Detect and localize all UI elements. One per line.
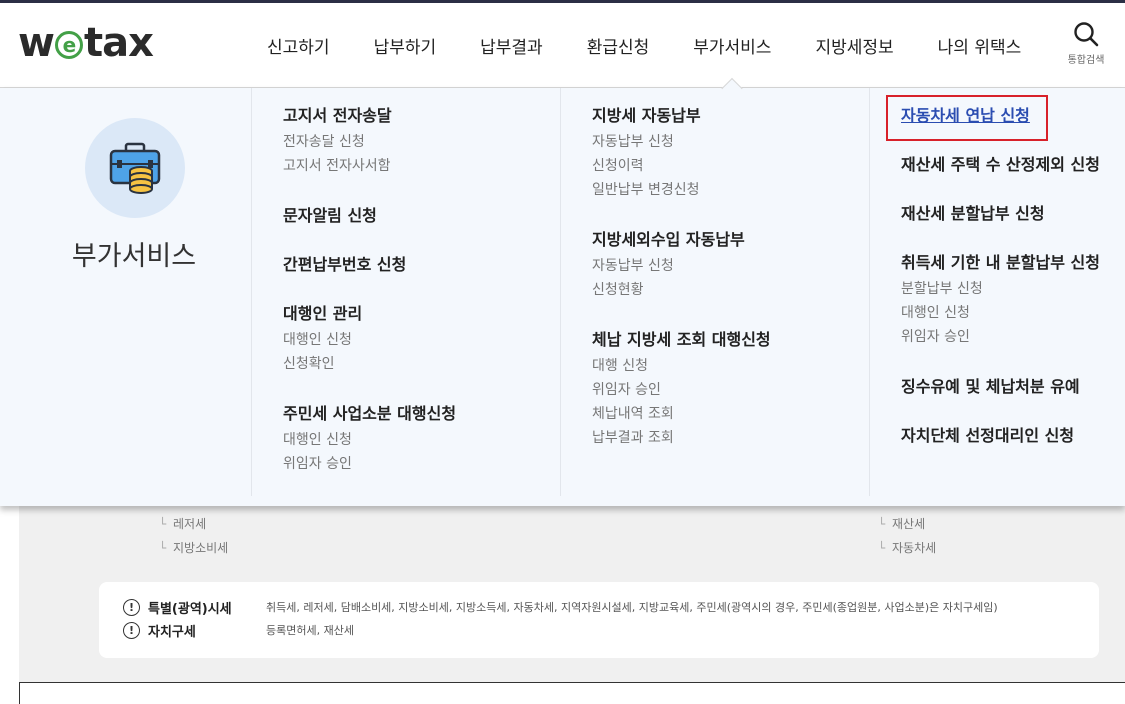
menu-sub-item[interactable]: 위임자 승인 <box>283 452 456 476</box>
menu-group-title[interactable]: 자치단체 선정대리인 신청 <box>901 426 1074 446</box>
menu-group: 주민세 사업소분 대행신청 대행인 신청 위임자 승인 <box>283 404 456 476</box>
search-label: 통합검색 <box>1067 55 1105 66</box>
menu-sub-item[interactable]: 대행인 신청 <box>283 428 456 452</box>
nav-item-pay-result[interactable]: 납부결과 <box>458 3 565 88</box>
menu-group-title[interactable]: 주민세 사업소분 대행신청 <box>283 404 456 424</box>
menu-group: 재산세 분할납부 신청 <box>901 204 1045 224</box>
info-row: ! 특별(광역)시세 취득세, 레저세, 담배소비세, 지방소비세, 지방소득세… <box>123 596 998 618</box>
nav-item-extra-services[interactable]: 부가서비스 <box>671 3 793 88</box>
mega-menu-column-2: 지방세 자동납부 자동납부 신청 신청이력 일반납부 변경신청 지방세외수입 자… <box>560 88 870 496</box>
menu-group: 지방세 자동납부 자동납부 신청 신청이력 일반납부 변경신청 <box>592 106 701 202</box>
menu-group: 지방세외수입 자동납부 자동납부 신청 신청현황 <box>592 230 745 302</box>
nav-item-pay[interactable]: 납부하기 <box>352 3 459 88</box>
menu-group: 취득세 기한 내 분할납부 신청 분할납부 신청 대행인 신청 위임자 승인 <box>901 253 1100 349</box>
menu-sub-item[interactable]: 전자송달 신청 <box>283 130 392 154</box>
menu-group: 재산세 주택 수 산정제외 신청 <box>901 155 1100 175</box>
menu-sub-item[interactable]: 대행인 신청 <box>283 328 362 352</box>
menu-sub-item[interactable]: 신청확인 <box>283 352 362 376</box>
menu-group: 자동차세 연납 신청 <box>901 106 1030 126</box>
nav-item-refund[interactable]: 환급신청 <box>565 3 672 88</box>
menu-group-title[interactable]: 재산세 분할납부 신청 <box>901 204 1045 224</box>
menu-sub-item[interactable]: 고지서 전자사서함 <box>283 154 392 178</box>
tax-tree-right: └ 재산세 └ 자동차세 <box>878 512 936 560</box>
nav-item-my-wetax[interactable]: 나의 위택스 <box>916 3 1044 88</box>
menu-sub-item[interactable]: 신청현황 <box>592 278 745 302</box>
logo-w: w <box>18 20 55 66</box>
menu-sub-item[interactable]: 납부결과 조회 <box>592 426 771 450</box>
tax-tree-left: └ 레저세 └ 지방소비세 <box>159 512 228 560</box>
info-row: ! 자치구세 등록면허세, 재산세 <box>123 619 354 641</box>
mega-menu-column-3: 자동차세 연납 신청 재산세 주택 수 산정제외 신청 재산세 분할납부 신청 … <box>869 88 1125 496</box>
exclamation-icon: ! <box>123 621 140 639</box>
menu-group: 체납 지방세 조회 대행신청 대행 신청 위임자 승인 체납내역 조회 납부결과… <box>592 330 771 450</box>
menu-sub-item[interactable]: 체납내역 조회 <box>592 402 771 426</box>
menu-group: 대행인 관리 대행인 신청 신청확인 <box>283 304 362 376</box>
exclamation-icon: ! <box>123 598 140 616</box>
menu-group: 징수유예 및 체납처분 유예 <box>901 377 1080 397</box>
info-label: 자치구세 <box>148 624 196 640</box>
menu-group-title[interactable]: 지방세 자동납부 <box>592 106 701 126</box>
menu-group-title[interactable]: 징수유예 및 체납처분 유예 <box>901 377 1080 397</box>
menu-group-title[interactable]: 문자알림 신청 <box>283 206 377 226</box>
main-nav: 신고하기 납부하기 납부결과 환급신청 부가서비스 지방세정보 나의 위택스 <box>245 3 1043 88</box>
info-text: 취득세, 레저세, 담배소비세, 지방소비세, 지방소득세, 자동차세, 지역자… <box>266 601 998 614</box>
mega-menu-column-1: 고지서 전자송달 전자송달 신청 고지서 전자사서함 문자알림 신청 간편납부번… <box>251 88 561 496</box>
search-icon <box>1074 22 1099 47</box>
tree-item[interactable]: └ 레저세 <box>159 512 228 536</box>
menu-sub-item[interactable]: 위임자 승인 <box>592 378 771 402</box>
tree-item[interactable]: └ 재산세 <box>878 512 936 536</box>
site-header: w e tax 신고하기 납부하기 납부결과 환급신청 부가서비스 지방세정보 나의… <box>0 3 1125 88</box>
menu-group-title[interactable]: 간편납부번호 신청 <box>283 255 406 275</box>
menu-group-title[interactable]: 취득세 기한 내 분할납부 신청 <box>901 253 1100 273</box>
menu-group: 고지서 전자송달 전자송달 신청 고지서 전자사서함 <box>283 106 392 178</box>
menu-group-title-car-tax-annual[interactable]: 자동차세 연납 신청 <box>901 106 1030 126</box>
menu-group: 문자알림 신청 <box>283 206 377 226</box>
menu-sub-item[interactable]: 분할납부 신청 <box>901 277 1100 301</box>
menu-group-title[interactable]: 고지서 전자송달 <box>283 106 392 126</box>
search-button[interactable]: 통합검색 <box>1063 21 1109 71</box>
menu-sub-item[interactable]: 대행 신청 <box>592 354 771 378</box>
mega-menu-intro: 부가서비스 <box>0 88 252 506</box>
menu-group-title[interactable]: 재산세 주택 수 산정제외 신청 <box>901 155 1100 175</box>
tree-item[interactable]: └ 지방소비세 <box>159 536 228 560</box>
nav-item-local-tax-info[interactable]: 지방세정보 <box>793 3 915 88</box>
wetax-logo[interactable]: w e tax <box>18 20 154 66</box>
menu-sub-item[interactable]: 일반납부 변경신청 <box>592 178 701 202</box>
info-label: 특별(광역)시세 <box>148 601 232 617</box>
tax-info-box: ! 특별(광역)시세 취득세, 레저세, 담배소비세, 지방소비세, 지방소득세… <box>99 582 1099 658</box>
nav-item-report[interactable]: 신고하기 <box>245 3 352 88</box>
menu-sub-item[interactable]: 자동납부 신청 <box>592 130 701 154</box>
menu-group-title[interactable]: 지방세외수입 자동납부 <box>592 230 745 250</box>
menu-group-title[interactable]: 대행인 관리 <box>283 304 362 324</box>
briefcase-coins-icon <box>85 118 185 218</box>
menu-sub-item[interactable]: 자동납부 신청 <box>592 254 745 278</box>
menu-sub-item[interactable]: 신청이력 <box>592 154 701 178</box>
logo-rest: tax <box>83 20 154 66</box>
menu-sub-item[interactable]: 대행인 신청 <box>901 301 1100 325</box>
menu-group: 자치단체 선정대리인 신청 <box>901 426 1074 446</box>
menu-sub-item[interactable]: 위임자 승인 <box>901 325 1100 349</box>
menu-group: 간편납부번호 신청 <box>283 255 406 275</box>
mega-menu: 부가서비스 고지서 전자송달 전자송달 신청 고지서 전자사서함 문자알림 신청… <box>0 88 1125 506</box>
tree-item[interactable]: └ 자동차세 <box>878 536 936 560</box>
page-bottom-section <box>19 682 1125 704</box>
logo-e-circle: e <box>54 31 83 59</box>
mega-menu-title: 부가서비스 <box>71 241 197 272</box>
info-text: 등록면허세, 재산세 <box>266 624 354 637</box>
menu-group-title[interactable]: 체납 지방세 조회 대행신청 <box>592 330 771 350</box>
